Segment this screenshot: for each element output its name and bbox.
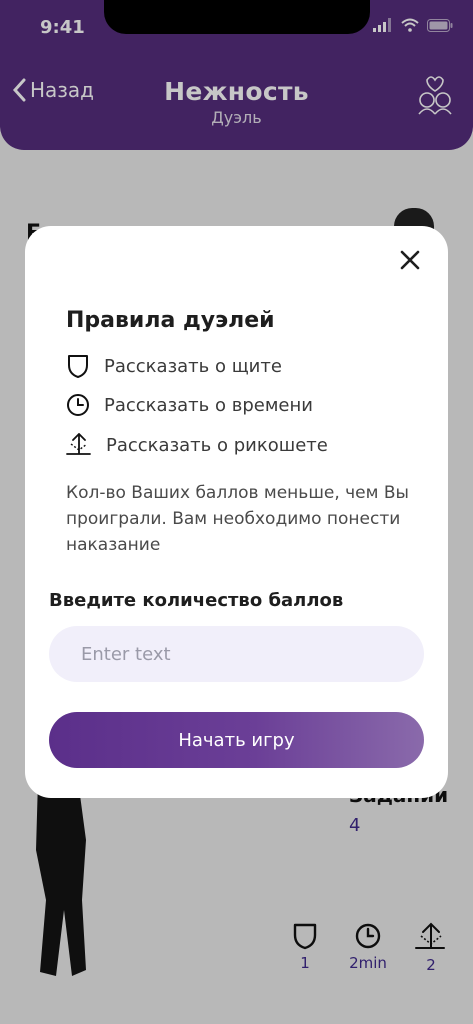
- clock-icon: [67, 394, 89, 416]
- penalty-description: Кол-во Ваших баллов меньше, чем Вы проиг…: [66, 483, 409, 555]
- rule-shield-label: Рассказать о щите: [104, 355, 282, 377]
- points-input-label: Введите количество баллов: [49, 590, 344, 611]
- modal-title: Правила дуэлей: [66, 308, 275, 333]
- duel-rules-modal: Правила дуэлей Рассказать о щите Рассказ…: [25, 226, 448, 798]
- rule-ricochet-label: Рассказать о рикошете: [106, 434, 328, 456]
- rule-time-link[interactable]: Рассказать о времени: [66, 393, 313, 417]
- points-input[interactable]: [49, 626, 424, 682]
- close-icon[interactable]: [398, 248, 422, 272]
- rule-time-label: Рассказать о времени: [104, 394, 313, 416]
- start-game-button[interactable]: Начать игру: [49, 712, 424, 768]
- rule-shield-link[interactable]: Рассказать о щите: [66, 353, 282, 379]
- ricochet-icon: [66, 433, 91, 455]
- rule-ricochet-link[interactable]: Рассказать о рикошете: [66, 433, 328, 457]
- shield-icon: [68, 355, 88, 378]
